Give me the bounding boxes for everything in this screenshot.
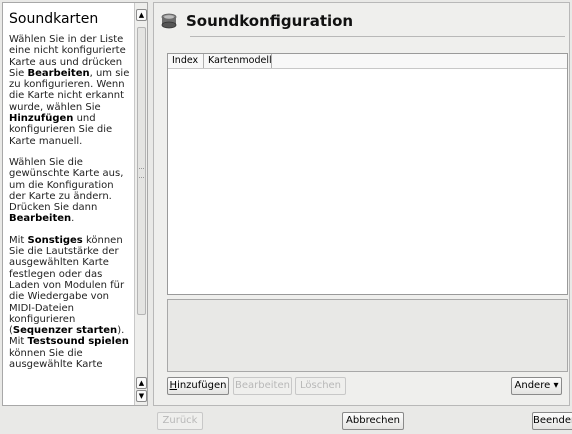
help-title: Soundkarten	[9, 11, 99, 27]
finish-button[interactable]: Beenden	[532, 412, 572, 430]
page-title: Soundkonfiguration	[186, 12, 354, 30]
help-paragraph-2: Wählen Sie die gewünschte Karte aus, um …	[9, 156, 124, 225]
main-panel: Soundkonfiguration Index Kartenmodell Hi…	[153, 2, 570, 406]
add-button[interactable]: Hinzufügen	[167, 377, 229, 395]
header-divider	[190, 36, 565, 37]
add-button-label: Hinzufügen	[169, 380, 227, 391]
help-paragraph-3: Mit Sonstiges können Sie die Lautstärke …	[9, 234, 129, 371]
sound-card-icon	[160, 12, 178, 30]
other-menu-button[interactable]: Andere ▾	[511, 377, 562, 395]
sound-card-table[interactable]: Index Kartenmodell	[167, 53, 568, 295]
help-scrollbar[interactable]: ▲ ▲ ▼	[134, 3, 147, 405]
scroll-up-button[interactable]: ▲	[136, 9, 147, 21]
other-button-label: Andere	[514, 380, 551, 391]
help-panel: Soundkarten Wählen Sie in der Liste eine…	[2, 2, 148, 406]
cancel-button[interactable]: Abbrechen	[342, 412, 404, 430]
back-button[interactable]: Zurück	[157, 412, 203, 430]
delete-button[interactable]: Löschen	[295, 377, 346, 395]
scroll-up-button-bottom[interactable]: ▲	[136, 377, 147, 389]
scrollbar-thumb[interactable]	[137, 27, 146, 315]
edit-button[interactable]: Bearbeiten	[233, 377, 292, 395]
help-paragraph-1: Wählen Sie in der Liste eine nicht konfi…	[9, 34, 130, 147]
header: Soundkonfiguration	[160, 10, 353, 32]
help-content: Soundkarten Wählen Sie in der Liste eine…	[9, 9, 133, 380]
scroll-down-button[interactable]: ▼	[136, 390, 147, 402]
table-header: Index Kartenmodell	[168, 54, 567, 69]
chevron-down-icon: ▾	[553, 380, 559, 391]
column-header-index[interactable]: Index	[168, 54, 204, 68]
scrollbar-grip-icon	[139, 168, 144, 178]
detail-panel	[167, 299, 568, 372]
column-header-model[interactable]: Kartenmodell	[204, 54, 272, 68]
